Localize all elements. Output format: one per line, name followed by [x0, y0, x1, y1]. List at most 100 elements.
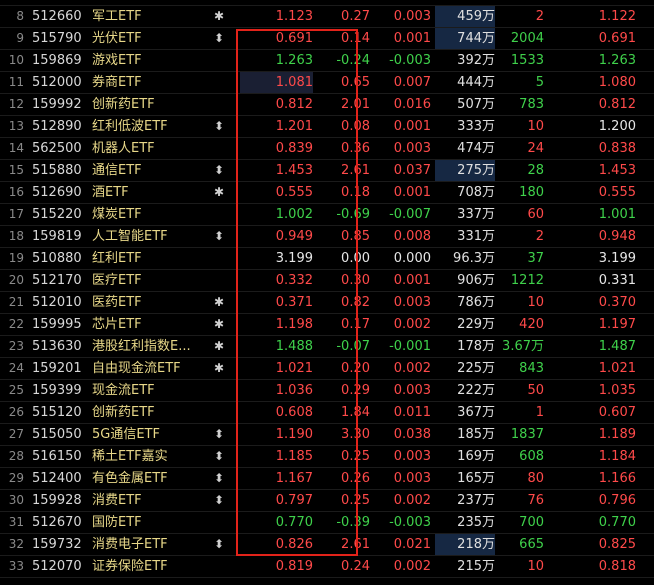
etf-name: 显示科技ETF [92, 0, 217, 5]
flag-empty [212, 512, 226, 533]
bid-price-cell: 1.166 [598, 471, 636, 486]
row-index: 11 [8, 75, 24, 89]
etf-code: 159201 [32, 361, 82, 376]
change-amount-cell: 0.021 [393, 537, 431, 552]
count-cell: 60 [527, 207, 544, 222]
margin-flag-icon: ⬍ [213, 449, 225, 463]
price-cell: 0.608 [275, 405, 313, 420]
etf-name: 医药ETF [92, 295, 142, 310]
table-row[interactable]: 19 510880 红利ETF 3.199 0.00 0.000 96.3万 37 3.199 [0, 248, 654, 270]
etf-name: 国防ETF [92, 515, 142, 530]
flag-empty [212, 556, 226, 577]
table-row[interactable]: 10 159869 游戏ETF 1.263 -0.24 -0.003 392万 1533 1.2… [0, 50, 654, 72]
change-percent-cell: 0.82 [341, 295, 370, 310]
etf-code: 159869 [32, 53, 82, 68]
change-amount-cell: 0.001 [393, 185, 431, 200]
etf-name: 酒ETF [92, 185, 129, 200]
etf-code: 512010 [32, 295, 82, 310]
bid-price-cell: 1.200 [598, 119, 636, 134]
table-row[interactable]: 30 159928 消费ETF ⬍ 0.797 0.25 0.002 237万 76 0.796 [0, 490, 654, 512]
table-row[interactable]: 11 512000 券商ETF 1.081 0.65 0.007 444万 5 1.080 [0, 72, 654, 94]
count-cell: 3.67万 [502, 339, 544, 354]
table-row[interactable]: 13 512890 红利低波ETF ⬍ 1.201 0.08 0.001 333万 10 1.20… [0, 116, 654, 138]
volume-cell: 367万 [457, 405, 495, 420]
count-cell: 76 [527, 493, 544, 508]
change-amount-cell: -0.007 [389, 207, 431, 222]
price-cell: 0.555 [275, 185, 313, 200]
count-cell: 50 [527, 383, 544, 398]
change-amount-cell: 0.001 [393, 119, 431, 134]
table-row[interactable]: 29 512400 有色金属ETF ⬍ 1.167 0.26 0.003 165万 80 1.16… [0, 468, 654, 490]
etf-code: 512670 [32, 515, 82, 530]
price-cell: 0.770 [275, 515, 313, 530]
row-index: 33 [8, 559, 24, 573]
bid-price-cell: 0.691 [598, 31, 636, 46]
row-index: 18 [8, 229, 24, 243]
table-row[interactable]: 22 159995 芯片ETF ✱ 1.198 0.17 0.002 229万 420 1.197 [0, 314, 654, 336]
table-row[interactable]: 20 512170 医疗ETF 0.332 0.30 0.001 906万 1212 0.331 [0, 270, 654, 292]
table-row[interactable]: 14 562500 机器人ETF 0.839 0.36 0.003 474万 24 0.838 [0, 138, 654, 160]
table-row[interactable]: 25 159399 现金流ETF 1.036 0.29 0.003 222万 50 1.035 [0, 380, 654, 402]
change-percent-cell: 0.27 [341, 9, 370, 24]
etf-name: 通信ETF [92, 163, 142, 178]
bid-price-cell: 1.197 [598, 317, 636, 332]
etf-code: 512170 [32, 273, 82, 288]
volume-cell: 96.3万 [453, 251, 495, 266]
change-percent-cell: 0.29 [341, 383, 370, 398]
table-row[interactable]: 15 515880 通信ETF ⬍ 1.453 2.61 0.037 275万 28 1.453 [0, 160, 654, 182]
table-row[interactable]: 27 515050 5G通信ETF ⬍ 1.190 3.30 0.038 185万 1837 1.… [0, 424, 654, 446]
etf-name: 有色金属ETF [92, 471, 168, 486]
table-row[interactable]: 33 512070 证券保险ETF 0.819 0.24 0.002 215万 10 0.818 [0, 556, 654, 578]
table-row[interactable]: 16 512690 酒ETF ✱ 0.555 0.18 0.001 708万 180 0.555 [0, 182, 654, 204]
change-percent-cell: 1.84 [341, 405, 370, 420]
row-index: 10 [8, 53, 24, 67]
table-row[interactable]: 26 515120 创新药ETF 0.608 1.84 0.011 367万 1 0.607 [0, 402, 654, 424]
etf-name: 红利低波ETF [92, 119, 168, 134]
etf-name: 芯片ETF [92, 317, 142, 332]
count-cell: 608 [519, 449, 544, 464]
table-row[interactable]: 18 159819 人工智能ETF ⬍ 0.949 0.85 0.008 331万 2 0.948 [0, 226, 654, 248]
margin-flag-icon: ⬍ [213, 493, 225, 507]
table-row[interactable]: 8 512660 军工ETF ✱ 1.123 0.27 0.003 459万 2 1.122 [0, 6, 654, 28]
table-row[interactable]: 21 512010 医药ETF ✱ 0.371 0.82 0.003 786万 10 0.370 [0, 292, 654, 314]
table-row[interactable]: 23 513630 港股红利指数E... ✱ 1.488 -0.07 -0.001 178万 3… [0, 336, 654, 358]
etf-code: 512660 [32, 9, 82, 24]
table-row[interactable]: 12 159992 创新药ETF 0.812 2.01 0.016 507万 783 0.812 [0, 94, 654, 116]
table-row[interactable]: 28 516150 稀土ETF嘉实 ⬍ 1.185 0.25 0.003 169万 608 1.1… [0, 446, 654, 468]
change-percent-cell: 0.36 [341, 141, 370, 156]
table-row[interactable]: 9 515790 光伏ETF ⬍ 0.691 0.14 0.001 744万 2004 0.691 [0, 28, 654, 50]
etf-name: 军工ETF [92, 9, 142, 24]
table-row[interactable]: 24 159201 自由现金流ETF ✱ 1.021 0.20 0.002 225万 843 1.… [0, 358, 654, 380]
etf-code: 562500 [32, 141, 82, 156]
count-cell: 37 [527, 251, 544, 266]
etf-name: 自由现金流ETF [92, 361, 181, 376]
row-index: 8 [16, 9, 24, 23]
volume-cell: 222万 [457, 383, 495, 398]
change-amount-cell: 0.001 [393, 31, 431, 46]
flag-empty [212, 94, 226, 115]
volume-cell: 275万 [435, 160, 495, 181]
price-cell: 0.826 [275, 537, 313, 552]
count-cell: 1212 [510, 273, 544, 288]
price-cell: 1.190 [275, 427, 313, 442]
volume-cell: 169万 [457, 449, 495, 464]
etf-code: 159995 [32, 317, 82, 332]
price-cell: 1.123 [275, 9, 313, 24]
table-row[interactable]: 31 512670 国防ETF 0.770 -0.39 -0.003 235万 700 0.77… [0, 512, 654, 534]
etf-code: 159992 [32, 97, 82, 112]
table-row[interactable]: 32 159732 消费电子ETF ⬍ 0.826 2.61 0.021 218万 665 0.8… [0, 534, 654, 556]
count-cell: 700 [519, 515, 544, 530]
change-amount-cell: -0.001 [389, 339, 431, 354]
row-index: 21 [8, 295, 24, 309]
count-cell: 2 [535, 229, 544, 244]
volume-cell: 337万 [457, 207, 495, 222]
price-cell: 0.839 [275, 141, 313, 156]
table-row[interactable]: 17 515220 煤炭ETF 1.002 -0.69 -0.007 337万 60 1.001 [0, 204, 654, 226]
price-cell: 1.453 [275, 163, 313, 178]
flag-empty [212, 72, 226, 93]
change-amount-cell: 0.037 [393, 163, 431, 178]
change-percent-cell: 0.25 [341, 493, 370, 508]
count-cell: 10 [527, 295, 544, 310]
change-percent-cell: -0.39 [336, 515, 370, 530]
change-amount-cell: 0.003 [393, 141, 431, 156]
